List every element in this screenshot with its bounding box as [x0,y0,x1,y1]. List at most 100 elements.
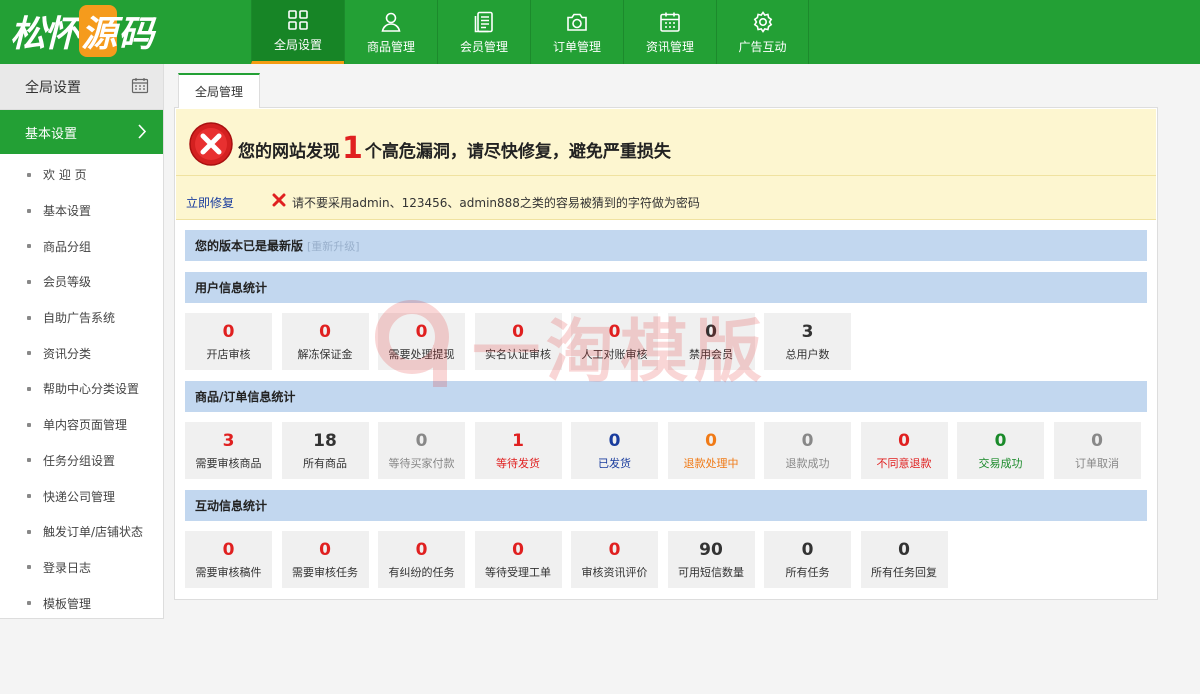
calendar-icon[interactable] [131,77,149,95]
user-icon [381,12,401,32]
sidebar-active-label: 基本设置 [25,126,78,142]
sidebar-item-basic-settings[interactable]: 基本设置 [0,193,163,229]
stat-value: 0 [801,430,814,451]
stat-tile[interactable]: 18 所有商品 [281,422,369,479]
sidebar-item-label: 模板管理 [43,596,92,611]
stat-label: 等待发货 [496,456,540,470]
stat-tile[interactable]: 0 人工对账审核 [571,313,658,370]
section-title: 互动信息统计 [195,499,268,513]
sidebar-item-member-level[interactable]: 会员等级 [0,264,163,300]
site-logo[interactable]: 松怀源码 [10,5,154,57]
sidebar-item-label: 资讯分类 [43,346,92,361]
stat-label: 需要审核商品 [195,456,262,470]
sidebar-item-welcome[interactable]: 欢 迎 页 [0,157,163,193]
stat-tile[interactable]: 0 需要审核任务 [281,531,369,588]
nav-label: 广告互动 [738,39,787,54]
stat-tile[interactable]: 0 已发货 [571,422,658,479]
sidebar-item-label: 单内容页面管理 [43,418,128,433]
sidebar-item-goods-group[interactable]: 商品分组 [0,228,163,264]
nav-goods[interactable]: 商品管理 [344,0,437,64]
version-text: 您的版本已是最新版 [195,239,304,253]
stat-tile[interactable]: 0 有纠纷的任务 [378,531,465,588]
stat-tile[interactable]: 0 退款处理中 [667,422,755,479]
stat-tile[interactable]: 90 可用短信数量 [667,531,755,588]
stat-label: 总用户数 [785,347,830,361]
stat-tile[interactable]: 0 禁用会员 [667,313,755,370]
sidebar-item-ad-system[interactable]: 自助广告系统 [0,300,163,336]
chevron-right-icon [138,124,147,139]
nav-members[interactable]: 会员管理 [437,0,530,64]
tab-label: 全局管理 [194,85,243,99]
stat-tile[interactable]: 0 所有任务回复 [860,531,948,588]
upgrade-link[interactable]: [重新升级] [307,238,360,254]
stat-label: 所有任务回复 [871,565,937,579]
stat-label: 订单取消 [1075,456,1119,470]
bullet-icon [27,565,31,570]
stat-label: 退款处理中 [683,456,739,470]
sidebar-item-express[interactable]: 快递公司管理 [0,478,163,514]
sidebar-item-label: 欢 迎 页 [43,168,87,183]
bullet-icon [27,172,31,177]
bullet-icon [27,494,31,499]
sidebar-item-trigger-status[interactable]: 触发订单/店铺状态 [0,514,163,550]
stat-tile[interactable]: 0 需要审核稿件 [185,531,272,588]
stat-tile[interactable]: 3 总用户数 [764,313,851,370]
sidebar-item-task-group[interactable]: 任务分组设置 [0,443,163,479]
grid-icon [288,10,308,30]
nav-news[interactable]: 资讯管理 [623,0,716,64]
sidebar-item-label: 基本设置 [43,204,92,219]
stat-tile[interactable]: 0 等待买家付款 [378,422,465,479]
stat-tile[interactable]: 0 需要处理提现 [378,313,465,370]
stat-tile[interactable]: 0 实名认证审核 [474,313,562,370]
stat-value: 0 [319,321,331,342]
stat-label: 有纠纷的任务 [388,565,455,579]
sidebar-item-basic-settings-group[interactable]: 基本设置 [0,110,163,154]
stat-label: 等待受理工单 [485,565,551,579]
stat-tile[interactable]: 0 所有任务 [764,531,851,588]
nav-orders[interactable]: 订单管理 [530,0,623,64]
sidebar-item-label: 登录日志 [43,560,92,575]
stat-tile[interactable]: 0 不同意退款 [860,422,948,479]
stat-tile[interactable]: 0 交易成功 [957,422,1044,479]
stat-value: 0 [994,430,1007,451]
stat-tile[interactable]: 0 订单取消 [1053,422,1141,479]
sidebar-item-news-category[interactable]: 资讯分类 [0,335,163,371]
logo-text-mid: 源 [79,5,117,57]
stat-value: 0 [608,539,621,560]
stat-label: 实名认证审核 [485,347,551,361]
stat-tile[interactable]: 0 开店审核 [185,313,272,370]
stat-tile[interactable]: 0 退款成功 [764,422,851,479]
stat-value: 0 [512,539,524,560]
sidebar-item-label: 触发订单/店铺状态 [43,525,144,540]
stat-value: 3 [222,430,235,451]
stat-value: 0 [222,539,235,560]
nav-global-settings[interactable]: 全局设置 [251,0,344,64]
security-alert: 您的网站发现 1 个高危漏洞，请尽快修复，避免严重损失 立即修复 请不要采用ad… [176,109,1156,220]
nav-ads[interactable]: 广告互动 [716,0,809,64]
logo-text-left: 松怀 [10,14,80,55]
sidebar-item-templates[interactable]: 模板管理 [0,585,163,621]
stat-value: 0 [608,321,621,342]
stat-label: 等待买家付款 [388,456,455,470]
main-panel: 您的网站发现 1 个高危漏洞，请尽快修复，避免严重损失 立即修复 请不要采用ad… [174,107,1158,600]
sidebar-header: 全局设置 [0,64,163,110]
stat-tile[interactable]: 0 等待受理工单 [474,531,562,588]
stat-value: 0 [898,430,910,451]
gear-icon [753,10,772,33]
stat-value: 0 [222,321,235,342]
stat-label: 所有任务 [785,565,830,579]
stat-tile[interactable]: 1 等待发货 [474,422,562,479]
sidebar-item-login-log[interactable]: 登录日志 [0,550,163,586]
version-bar: 您的版本已是最新版 [重新升级] [185,230,1147,261]
sidebar-item-single-page[interactable]: 单内容页面管理 [0,407,163,443]
document-icon [474,11,493,32]
stat-tile[interactable]: 3 需要审核商品 [185,422,272,479]
stat-tile[interactable]: 0 审核资讯评价 [571,531,658,588]
stat-tile[interactable]: 0 解冻保证金 [281,313,369,370]
stat-label: 解冻保证金 [297,347,353,361]
stat-value: 0 [415,321,428,342]
sidebar-item-label: 自助广告系统 [43,311,116,326]
tab-global-management[interactable]: 全局管理 [178,73,260,108]
sidebar-item-help-category[interactable]: 帮助中心分类设置 [0,371,163,407]
fix-now-link[interactable]: 立即修复 [186,194,234,211]
